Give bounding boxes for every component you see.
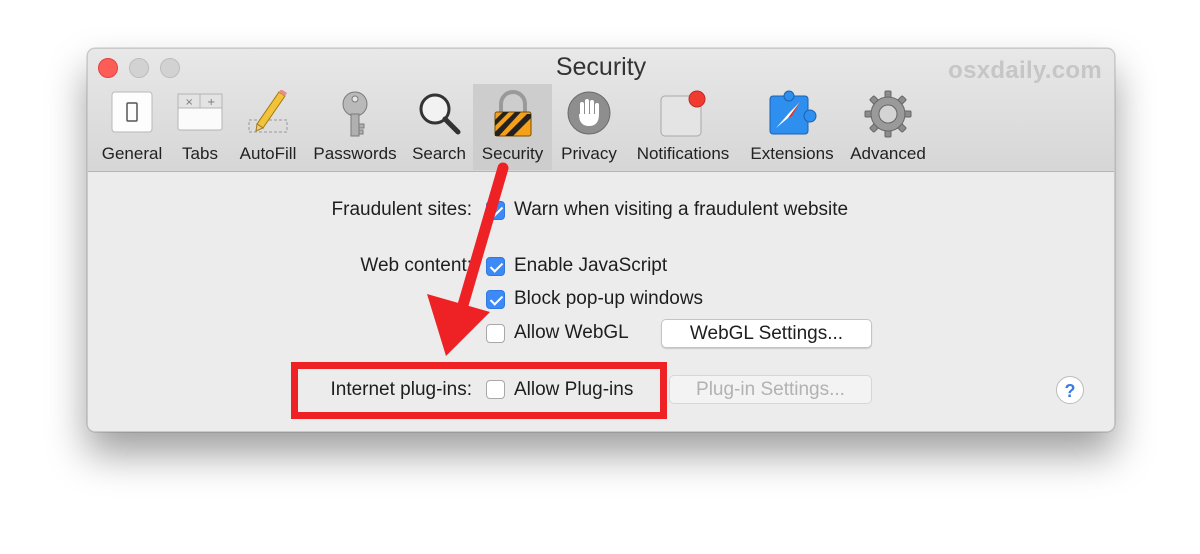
- annotation-arrow: [427, 162, 509, 356]
